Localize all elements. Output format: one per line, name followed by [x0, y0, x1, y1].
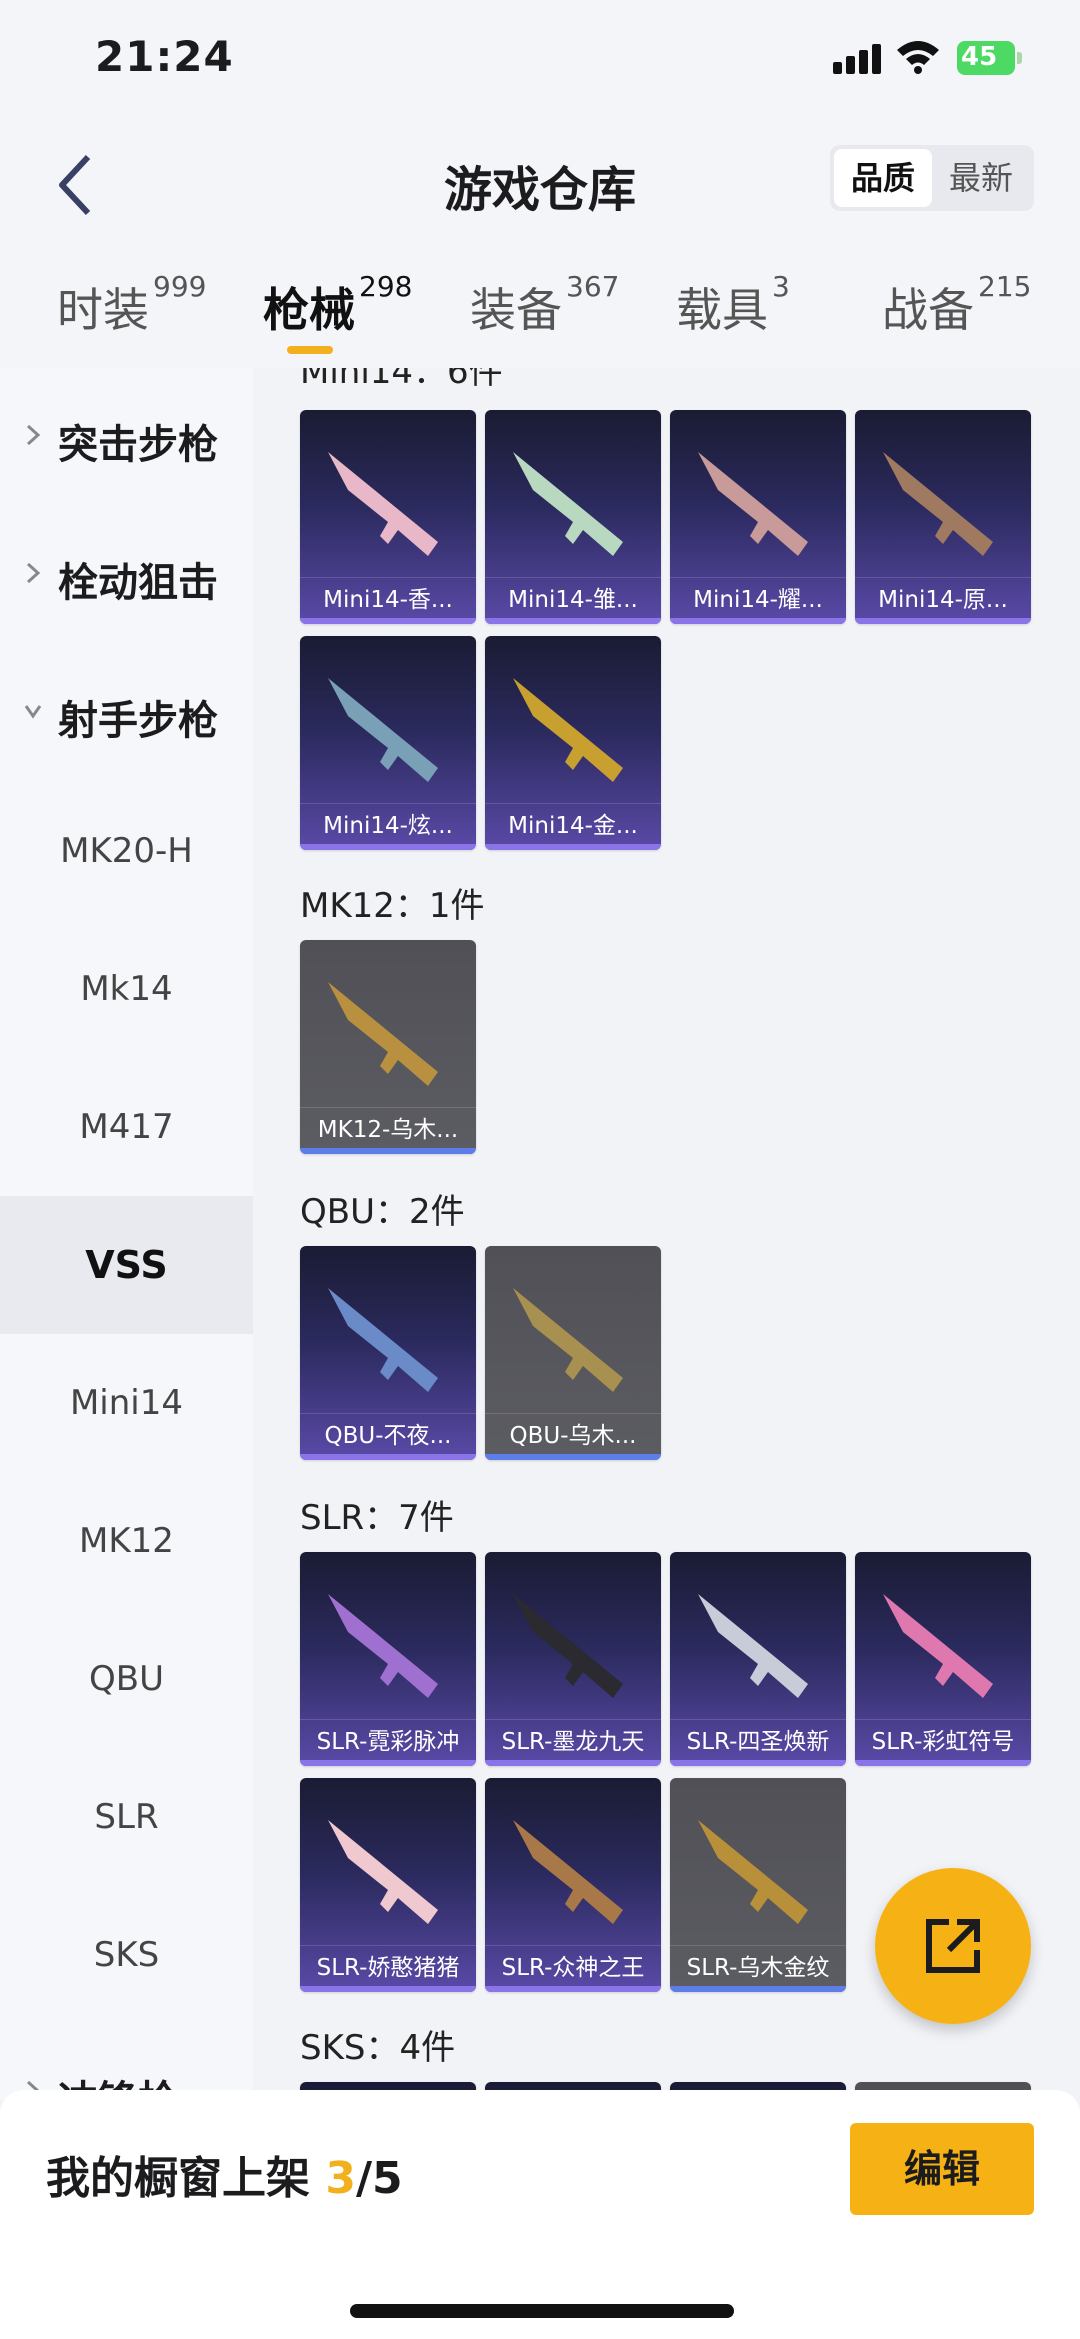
sidebar: 突击步枪 栓动狙击 射手步枪 MK20-H Mk14 M417 VSS Mini…	[0, 368, 253, 2100]
rifle-icon	[513, 1288, 623, 1392]
share-button[interactable]	[875, 1868, 1031, 2024]
bottom-bar: 我的橱窗上架 3/5 编辑	[0, 2090, 1080, 2339]
status-bar: 21:24 45	[0, 0, 1080, 120]
rifle-icon	[328, 1594, 438, 1698]
item-card[interactable]: QBU-乌木...	[485, 1246, 661, 1460]
battery-level: 45	[961, 42, 998, 72]
rifle-icon	[513, 1594, 623, 1698]
item-card[interactable]: SLR-墨龙九天	[485, 1552, 661, 1766]
item-card[interactable]: QBU-不夜...	[300, 1246, 476, 1460]
item-card[interactable]: Mini14-雏...	[485, 410, 661, 624]
sidebar-item-mini14[interactable]: Mini14	[0, 1334, 253, 1472]
showcase-current-count: 3	[325, 2153, 356, 2204]
item-grid: Mini14：6件 Mini14-香... Mini14-雏... Mini14…	[253, 368, 1080, 2100]
sidebar-category-bolt-sniper[interactable]: 栓动狙击	[0, 506, 253, 644]
rifle-icon	[513, 678, 623, 782]
sidebar-item-m417[interactable]: M417	[0, 1058, 253, 1196]
tab-supplies[interactable]: 战备 215	[882, 270, 1031, 340]
rifle-icon	[883, 1594, 993, 1698]
item-card[interactable]: SLR-四圣焕新	[670, 1552, 846, 1766]
sidebar-item-mk12[interactable]: MK12	[0, 1472, 253, 1610]
item-card[interactable]: Mini14-香...	[300, 410, 476, 624]
sidebar-item-sks[interactable]: SKS	[0, 1886, 253, 2024]
status-time: 21:24	[95, 32, 234, 81]
rifle-icon	[698, 1594, 808, 1698]
tab-vehicles[interactable]: 载具 3	[676, 270, 790, 340]
sort-quality-button[interactable]: 品质	[834, 149, 932, 207]
showcase-label: 我的橱窗上架 3/5	[46, 2153, 403, 2204]
wifi-icon	[897, 41, 939, 74]
item-card[interactable]: Mini14-原...	[855, 410, 1031, 624]
rifle-icon	[698, 452, 808, 556]
item-card[interactable]: SLR-彩虹符号	[855, 1552, 1031, 1766]
rifle-icon	[328, 678, 438, 782]
chevron-right-icon	[26, 562, 41, 584]
section-label-mini14: Mini14：6件	[300, 368, 503, 392]
item-card[interactable]: Mini14-耀...	[670, 410, 846, 624]
rifle-icon	[883, 452, 993, 556]
item-card[interactable]: Mini14-炫...	[300, 636, 476, 850]
tab-fashion[interactable]: 时装 999	[57, 270, 206, 340]
tab-guns[interactable]: 枪械 298	[263, 270, 412, 340]
header: 游戏仓库 品质 最新	[0, 120, 1080, 250]
item-card[interactable]: SLR-众神之王	[485, 1778, 661, 1992]
sort-newest-button[interactable]: 最新	[932, 149, 1030, 207]
rifle-icon	[328, 982, 438, 1086]
sidebar-item-mk20h[interactable]: MK20-H	[0, 782, 253, 920]
share-icon	[926, 1919, 980, 1973]
signal-icon	[833, 44, 881, 74]
category-tabs: 时装 999 枪械 298 装备 367 载具 3 战备 215	[0, 250, 1080, 368]
rifle-icon	[513, 452, 623, 556]
item-card[interactable]: Mini14-金...	[485, 636, 661, 850]
sort-toggle: 品质 最新	[830, 145, 1034, 211]
sidebar-category-dmr[interactable]: 射手步枪	[0, 644, 253, 782]
sidebar-item-slr[interactable]: SLR	[0, 1748, 253, 1886]
item-card[interactable]: SLR-乌木金纹	[670, 1778, 846, 1992]
rifle-icon	[328, 1288, 438, 1392]
sidebar-item-mk14[interactable]: Mk14	[0, 920, 253, 1058]
chevron-down-icon	[24, 705, 42, 719]
rifle-icon	[328, 452, 438, 556]
section-label-slr: SLR：7件	[300, 1498, 454, 1538]
item-card[interactable]: SLR-霓彩脉冲	[300, 1552, 476, 1766]
section-label-mk12: MK12：1件	[300, 886, 485, 926]
home-indicator	[350, 2304, 734, 2318]
tab-equipment[interactable]: 装备 367	[470, 270, 619, 340]
item-card[interactable]: MK12-乌木...	[300, 940, 476, 1154]
chevron-right-icon	[26, 424, 41, 446]
active-tab-indicator	[287, 346, 333, 354]
section-label-qbu: QBU：2件	[300, 1192, 465, 1232]
edit-button[interactable]: 编辑	[850, 2123, 1034, 2215]
sidebar-item-vss[interactable]: VSS	[0, 1196, 253, 1334]
rifle-icon	[328, 1820, 438, 1924]
sidebar-category-assault-rifle[interactable]: 突击步枪	[0, 368, 253, 506]
sidebar-item-qbu[interactable]: QBU	[0, 1610, 253, 1748]
showcase-total-count: /5	[355, 2153, 403, 2204]
rifle-icon	[513, 1820, 623, 1924]
rifle-icon	[698, 1820, 808, 1924]
sidebar-category-smg[interactable]: 冲锋枪	[0, 2024, 253, 2100]
battery-icon: 45	[957, 41, 1023, 75]
section-label-sks: SKS：4件	[300, 2028, 456, 2068]
item-card[interactable]: SLR-娇憨猪猪	[300, 1778, 476, 1992]
